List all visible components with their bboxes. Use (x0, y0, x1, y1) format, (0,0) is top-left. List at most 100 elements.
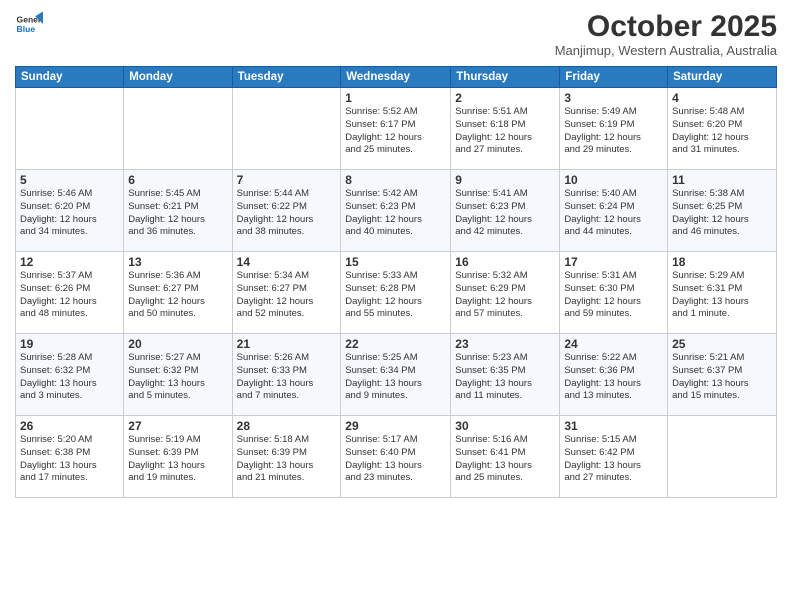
calendar-cell: 27Sunrise: 5:19 AM Sunset: 6:39 PM Dayli… (124, 416, 232, 498)
calendar-cell: 11Sunrise: 5:38 AM Sunset: 6:25 PM Dayli… (668, 170, 777, 252)
month-title: October 2025 (555, 10, 777, 43)
day-number: 3 (564, 91, 663, 105)
weekday-header: Friday (560, 67, 668, 88)
day-info: Sunrise: 5:15 AM Sunset: 6:42 PM Dayligh… (564, 434, 663, 485)
day-info: Sunrise: 5:31 AM Sunset: 6:30 PM Dayligh… (564, 270, 663, 321)
day-info: Sunrise: 5:23 AM Sunset: 6:35 PM Dayligh… (455, 352, 555, 403)
day-info: Sunrise: 5:46 AM Sunset: 6:20 PM Dayligh… (20, 188, 119, 239)
day-number: 12 (20, 255, 119, 269)
day-info: Sunrise: 5:20 AM Sunset: 6:38 PM Dayligh… (20, 434, 119, 485)
calendar-cell: 29Sunrise: 5:17 AM Sunset: 6:40 PM Dayli… (341, 416, 451, 498)
day-info: Sunrise: 5:32 AM Sunset: 6:29 PM Dayligh… (455, 270, 555, 321)
day-info: Sunrise: 5:44 AM Sunset: 6:22 PM Dayligh… (237, 188, 337, 239)
calendar-cell (124, 88, 232, 170)
day-info: Sunrise: 5:18 AM Sunset: 6:39 PM Dayligh… (237, 434, 337, 485)
day-info: Sunrise: 5:42 AM Sunset: 6:23 PM Dayligh… (345, 188, 446, 239)
calendar-week-row: 5Sunrise: 5:46 AM Sunset: 6:20 PM Daylig… (16, 170, 777, 252)
calendar-cell: 2Sunrise: 5:51 AM Sunset: 6:18 PM Daylig… (451, 88, 560, 170)
day-info: Sunrise: 5:38 AM Sunset: 6:25 PM Dayligh… (672, 188, 772, 239)
weekday-header: Thursday (451, 67, 560, 88)
day-number: 31 (564, 419, 663, 433)
calendar-cell (16, 88, 124, 170)
day-number: 24 (564, 337, 663, 351)
day-number: 7 (237, 173, 337, 187)
day-number: 26 (20, 419, 119, 433)
calendar-cell: 23Sunrise: 5:23 AM Sunset: 6:35 PM Dayli… (451, 334, 560, 416)
day-info: Sunrise: 5:36 AM Sunset: 6:27 PM Dayligh… (128, 270, 227, 321)
day-info: Sunrise: 5:34 AM Sunset: 6:27 PM Dayligh… (237, 270, 337, 321)
calendar-cell: 10Sunrise: 5:40 AM Sunset: 6:24 PM Dayli… (560, 170, 668, 252)
day-info: Sunrise: 5:52 AM Sunset: 6:17 PM Dayligh… (345, 106, 446, 157)
calendar-cell: 4Sunrise: 5:48 AM Sunset: 6:20 PM Daylig… (668, 88, 777, 170)
calendar-cell: 26Sunrise: 5:20 AM Sunset: 6:38 PM Dayli… (16, 416, 124, 498)
calendar-cell: 6Sunrise: 5:45 AM Sunset: 6:21 PM Daylig… (124, 170, 232, 252)
day-number: 23 (455, 337, 555, 351)
calendar-week-row: 12Sunrise: 5:37 AM Sunset: 6:26 PM Dayli… (16, 252, 777, 334)
day-info: Sunrise: 5:22 AM Sunset: 6:36 PM Dayligh… (564, 352, 663, 403)
calendar-cell: 19Sunrise: 5:28 AM Sunset: 6:32 PM Dayli… (16, 334, 124, 416)
day-info: Sunrise: 5:25 AM Sunset: 6:34 PM Dayligh… (345, 352, 446, 403)
day-number: 9 (455, 173, 555, 187)
calendar-cell: 12Sunrise: 5:37 AM Sunset: 6:26 PM Dayli… (16, 252, 124, 334)
calendar-cell (232, 88, 341, 170)
day-number: 27 (128, 419, 227, 433)
day-number: 14 (237, 255, 337, 269)
day-info: Sunrise: 5:48 AM Sunset: 6:20 PM Dayligh… (672, 106, 772, 157)
day-number: 13 (128, 255, 227, 269)
day-info: Sunrise: 5:26 AM Sunset: 6:33 PM Dayligh… (237, 352, 337, 403)
calendar-cell: 1Sunrise: 5:52 AM Sunset: 6:17 PM Daylig… (341, 88, 451, 170)
calendar-cell: 14Sunrise: 5:34 AM Sunset: 6:27 PM Dayli… (232, 252, 341, 334)
calendar-cell: 8Sunrise: 5:42 AM Sunset: 6:23 PM Daylig… (341, 170, 451, 252)
day-number: 11 (672, 173, 772, 187)
calendar-week-row: 19Sunrise: 5:28 AM Sunset: 6:32 PM Dayli… (16, 334, 777, 416)
weekday-header-row: SundayMondayTuesdayWednesdayThursdayFrid… (16, 67, 777, 88)
day-number: 25 (672, 337, 772, 351)
day-number: 16 (455, 255, 555, 269)
calendar-cell: 28Sunrise: 5:18 AM Sunset: 6:39 PM Dayli… (232, 416, 341, 498)
location: Manjimup, Western Australia, Australia (555, 43, 777, 58)
day-number: 15 (345, 255, 446, 269)
day-info: Sunrise: 5:41 AM Sunset: 6:23 PM Dayligh… (455, 188, 555, 239)
calendar-cell: 20Sunrise: 5:27 AM Sunset: 6:32 PM Dayli… (124, 334, 232, 416)
day-number: 20 (128, 337, 227, 351)
calendar-cell: 13Sunrise: 5:36 AM Sunset: 6:27 PM Dayli… (124, 252, 232, 334)
weekday-header: Sunday (16, 67, 124, 88)
weekday-header: Monday (124, 67, 232, 88)
calendar-cell: 18Sunrise: 5:29 AM Sunset: 6:31 PM Dayli… (668, 252, 777, 334)
logo: General Blue (15, 10, 43, 38)
calendar-cell: 15Sunrise: 5:33 AM Sunset: 6:28 PM Dayli… (341, 252, 451, 334)
calendar-cell: 17Sunrise: 5:31 AM Sunset: 6:30 PM Dayli… (560, 252, 668, 334)
day-number: 22 (345, 337, 446, 351)
day-info: Sunrise: 5:19 AM Sunset: 6:39 PM Dayligh… (128, 434, 227, 485)
day-info: Sunrise: 5:49 AM Sunset: 6:19 PM Dayligh… (564, 106, 663, 157)
weekday-header: Wednesday (341, 67, 451, 88)
day-info: Sunrise: 5:40 AM Sunset: 6:24 PM Dayligh… (564, 188, 663, 239)
day-number: 4 (672, 91, 772, 105)
weekday-header: Tuesday (232, 67, 341, 88)
calendar-cell: 9Sunrise: 5:41 AM Sunset: 6:23 PM Daylig… (451, 170, 560, 252)
day-number: 19 (20, 337, 119, 351)
day-info: Sunrise: 5:21 AM Sunset: 6:37 PM Dayligh… (672, 352, 772, 403)
day-info: Sunrise: 5:16 AM Sunset: 6:41 PM Dayligh… (455, 434, 555, 485)
day-number: 18 (672, 255, 772, 269)
day-number: 5 (20, 173, 119, 187)
day-info: Sunrise: 5:37 AM Sunset: 6:26 PM Dayligh… (20, 270, 119, 321)
day-number: 17 (564, 255, 663, 269)
day-number: 2 (455, 91, 555, 105)
weekday-header: Saturday (668, 67, 777, 88)
day-number: 1 (345, 91, 446, 105)
day-info: Sunrise: 5:51 AM Sunset: 6:18 PM Dayligh… (455, 106, 555, 157)
day-number: 21 (237, 337, 337, 351)
day-number: 8 (345, 173, 446, 187)
svg-text:Blue: Blue (17, 24, 36, 34)
day-info: Sunrise: 5:29 AM Sunset: 6:31 PM Dayligh… (672, 270, 772, 321)
calendar-page: General Blue October 2025 Manjimup, West… (0, 0, 792, 612)
day-info: Sunrise: 5:45 AM Sunset: 6:21 PM Dayligh… (128, 188, 227, 239)
calendar-week-row: 1Sunrise: 5:52 AM Sunset: 6:17 PM Daylig… (16, 88, 777, 170)
day-number: 29 (345, 419, 446, 433)
calendar-cell: 24Sunrise: 5:22 AM Sunset: 6:36 PM Dayli… (560, 334, 668, 416)
calendar-cell: 25Sunrise: 5:21 AM Sunset: 6:37 PM Dayli… (668, 334, 777, 416)
calendar-cell: 5Sunrise: 5:46 AM Sunset: 6:20 PM Daylig… (16, 170, 124, 252)
calendar-week-row: 26Sunrise: 5:20 AM Sunset: 6:38 PM Dayli… (16, 416, 777, 498)
calendar-table: SundayMondayTuesdayWednesdayThursdayFrid… (15, 66, 777, 498)
